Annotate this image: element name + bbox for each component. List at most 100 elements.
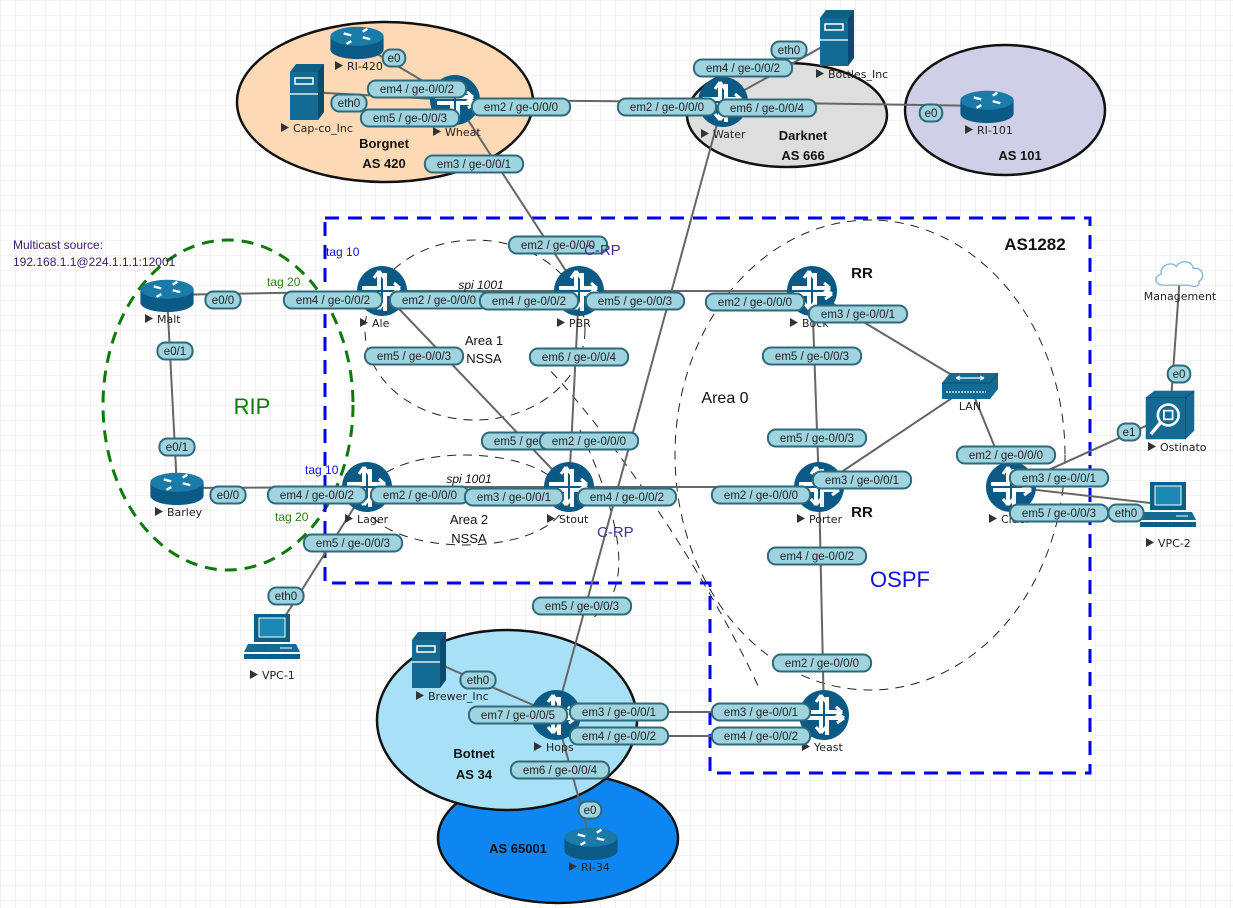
interface-badge-lager[interactable]: em4 / ge-0/0/2 bbox=[266, 485, 368, 505]
interface-name: e0 bbox=[388, 53, 401, 65]
interface-badge-hops[interactable]: em7 / ge-0/0/5 bbox=[467, 705, 569, 725]
interface-name: em7 / ge-0/0/5 bbox=[481, 710, 555, 722]
ospf-label: OSPF bbox=[870, 567, 930, 592]
interface-badge-ri34[interactable]: e0 bbox=[577, 800, 603, 820]
interface-badge-ostinato[interactable]: e1 bbox=[1116, 422, 1142, 442]
ale-tag20: tag 20 bbox=[267, 275, 301, 289]
interface-name: e0/0 bbox=[217, 490, 239, 502]
node-label: RI-420 bbox=[347, 60, 383, 73]
interface-badge-ale[interactable]: em5 / ge-0/0/3 bbox=[363, 346, 465, 366]
interface-badge-hops[interactable]: em6 / ge-0/0/4 bbox=[509, 760, 611, 780]
interface-name: eth0 bbox=[1115, 508, 1137, 520]
interface-badge-wheat[interactable]: em5 / ge-0/0/3 bbox=[359, 108, 461, 128]
interface-name: em3 / ge-0/0/1 bbox=[1022, 473, 1096, 485]
interface-badge-pbr[interactable]: em6 / ge-0/0/4 bbox=[528, 347, 630, 367]
interface-name: em2 / ge-0/0/0 bbox=[969, 450, 1043, 462]
interface-badge-porter[interactable]: em4 / ge-0/0/2 bbox=[766, 546, 868, 566]
cisco-router-icon bbox=[139, 278, 195, 314]
interface-badge-hops[interactable]: em3 / ge-0/0/1 bbox=[568, 702, 670, 722]
interface-badge-cider[interactable]: em3 / ge-0/0/1 bbox=[1008, 468, 1110, 488]
interface-badge-porter[interactable]: em3 / ge-0/0/1 bbox=[811, 470, 913, 490]
interface-badge-water[interactable]: em6 / ge-0/0/4 bbox=[716, 98, 818, 118]
node-label: Cap-co_Inc bbox=[293, 122, 353, 135]
interface-badge-porter[interactable]: em5 / ge-0/0/3 bbox=[766, 428, 868, 448]
interface-badge-barley[interactable]: e0/0 bbox=[209, 485, 247, 505]
interface-badge-hops[interactable]: em5 / ge-0/0/3 bbox=[531, 596, 633, 616]
interface-badge-ri101[interactable]: e0 bbox=[918, 103, 944, 123]
interface-badge-malt[interactable]: e0/1 bbox=[156, 341, 194, 361]
interface-badge-malt[interactable]: e0/0 bbox=[204, 290, 242, 310]
interface-name: em3 / ge-0/0/1 bbox=[477, 492, 551, 504]
interface-badge-yeast[interactable]: em3 / ge-0/0/1 bbox=[710, 702, 812, 722]
interface-badge-ostinato[interactable]: e0 bbox=[1166, 364, 1192, 384]
interface-name: e1 bbox=[1123, 427, 1136, 439]
interface-name: em2 / ge-0/0/0 bbox=[718, 297, 792, 309]
interface-name: eth0 bbox=[338, 98, 360, 110]
interface-badge-pbr[interactable]: em5 / ge-0/0/3 bbox=[584, 291, 686, 311]
area1-spi: spi 1001 bbox=[458, 278, 503, 292]
interface-badge-capco[interactable]: eth0 bbox=[330, 93, 368, 113]
interface-name: eth0 bbox=[467, 675, 489, 687]
interface-name: em5 / ge-0/0/3 bbox=[775, 351, 849, 363]
interface-badge-brewer[interactable]: eth0 bbox=[459, 670, 497, 690]
interface-name: em2 / ge-0/0/0 bbox=[785, 658, 859, 670]
interface-badge-ale[interactable]: em2 / ge-0/0/0 bbox=[388, 290, 490, 310]
interface-badge-hops[interactable]: em4 / ge-0/0/2 bbox=[568, 726, 670, 746]
multicast-source-title: Multicast source: bbox=[13, 238, 103, 252]
node-label: VPC-2 bbox=[1158, 537, 1191, 550]
interface-badge-ri420[interactable]: e0 bbox=[381, 48, 407, 68]
area1-type: NSSA bbox=[466, 351, 502, 366]
interface-badge-yeast[interactable]: em4 / ge-0/0/2 bbox=[710, 726, 812, 746]
interface-badge-bottles[interactable]: eth0 bbox=[770, 40, 808, 60]
interface-badge-wheat[interactable]: em4 / ge-0/0/2 bbox=[366, 79, 468, 99]
stout-crp-label: C-RP bbox=[597, 524, 634, 541]
as65001-label: AS 65001 bbox=[489, 841, 547, 856]
interface-badge-vpc2[interactable]: eth0 bbox=[1107, 503, 1145, 523]
interface-badge-water[interactable]: em4 / ge-0/0/2 bbox=[692, 58, 794, 78]
interface-name: em5 / ge-0/0/3 bbox=[377, 351, 451, 363]
interface-badge-lager[interactable]: em2 / ge-0/0/0 bbox=[369, 485, 471, 505]
interface-badge-stout[interactable]: em2 / ge-0/0/0 bbox=[538, 431, 640, 451]
interface-badge-cider[interactable]: em5 / ge-0/0/3 bbox=[1008, 503, 1110, 523]
interface-badge-barley[interactable]: e0/1 bbox=[158, 437, 196, 457]
interface-badge-bock[interactable]: em5 / ge-0/0/3 bbox=[761, 346, 863, 366]
interface-badge-porter[interactable]: em2 / ge-0/0/0 bbox=[710, 485, 812, 505]
area0-label: Area 0 bbox=[701, 390, 748, 407]
interface-badge-bock[interactable]: em3 / ge-0/0/1 bbox=[807, 304, 909, 324]
interface-badge-stout[interactable]: em3 / ge-0/0/1 bbox=[463, 487, 565, 507]
network-topology-canvas: RI-420 Cap-co_Inc Wheat Water Bottles_Inc RI-… bbox=[0, 0, 1233, 908]
node-label: LAN bbox=[959, 400, 981, 413]
area2-label: Area 2 bbox=[450, 512, 488, 527]
node-label: Water bbox=[713, 128, 746, 141]
interface-badge-vpc1[interactable]: eth0 bbox=[267, 586, 305, 606]
interface-name: em5 / ge-0/0/3 bbox=[598, 296, 672, 308]
interface-badge-lager[interactable]: em5 / ge-0/0/3 bbox=[302, 533, 404, 553]
interface-badge-water[interactable]: em2 / ge-0/0/0 bbox=[616, 97, 718, 117]
node-ri101[interactable]: RI-101 bbox=[959, 89, 1015, 137]
node-ri34[interactable]: RI-34 bbox=[563, 826, 619, 874]
cisco-router-icon bbox=[959, 89, 1015, 125]
server-icon bbox=[411, 631, 447, 689]
node-ri420[interactable]: RI-420 bbox=[329, 25, 385, 73]
node-label: Ale bbox=[372, 317, 390, 330]
interface-badge-pbr[interactable]: em4 / ge-0/0/2 bbox=[478, 291, 580, 311]
node-barley[interactable]: Barley bbox=[149, 471, 205, 519]
server-icon bbox=[289, 63, 325, 121]
interface-name: eth0 bbox=[778, 45, 800, 57]
interface-badge-ale[interactable]: em4 / ge-0/0/2 bbox=[282, 290, 384, 310]
interface-badge-wheat[interactable]: em3 / ge-0/0/1 bbox=[423, 154, 525, 174]
interface-badge-wheat[interactable]: em2 / ge-0/0/0 bbox=[470, 97, 572, 117]
interface-name: e0/1 bbox=[164, 346, 186, 358]
multicast-source-address: 192.168.1.1@224.1.1.1:12001 bbox=[13, 255, 176, 269]
interface-badge-stout[interactable]: em4 / ge-0/0/2 bbox=[576, 487, 678, 507]
cisco-router-icon bbox=[149, 471, 205, 507]
node-label: RI-34 bbox=[581, 861, 610, 874]
node-label: PBR bbox=[569, 317, 591, 330]
borgnet-as: AS 420 bbox=[362, 156, 405, 171]
node-label: Hops bbox=[546, 741, 574, 754]
interface-badge-bock[interactable]: em2 / ge-0/0/0 bbox=[704, 292, 806, 312]
botnet-name: Botnet bbox=[453, 746, 495, 761]
interface-badge-cider[interactable]: em2 / ge-0/0/0 bbox=[955, 445, 1057, 465]
interface-name: e0 bbox=[584, 805, 597, 817]
interface-badge-yeast[interactable]: em2 / ge-0/0/0 bbox=[771, 653, 873, 673]
